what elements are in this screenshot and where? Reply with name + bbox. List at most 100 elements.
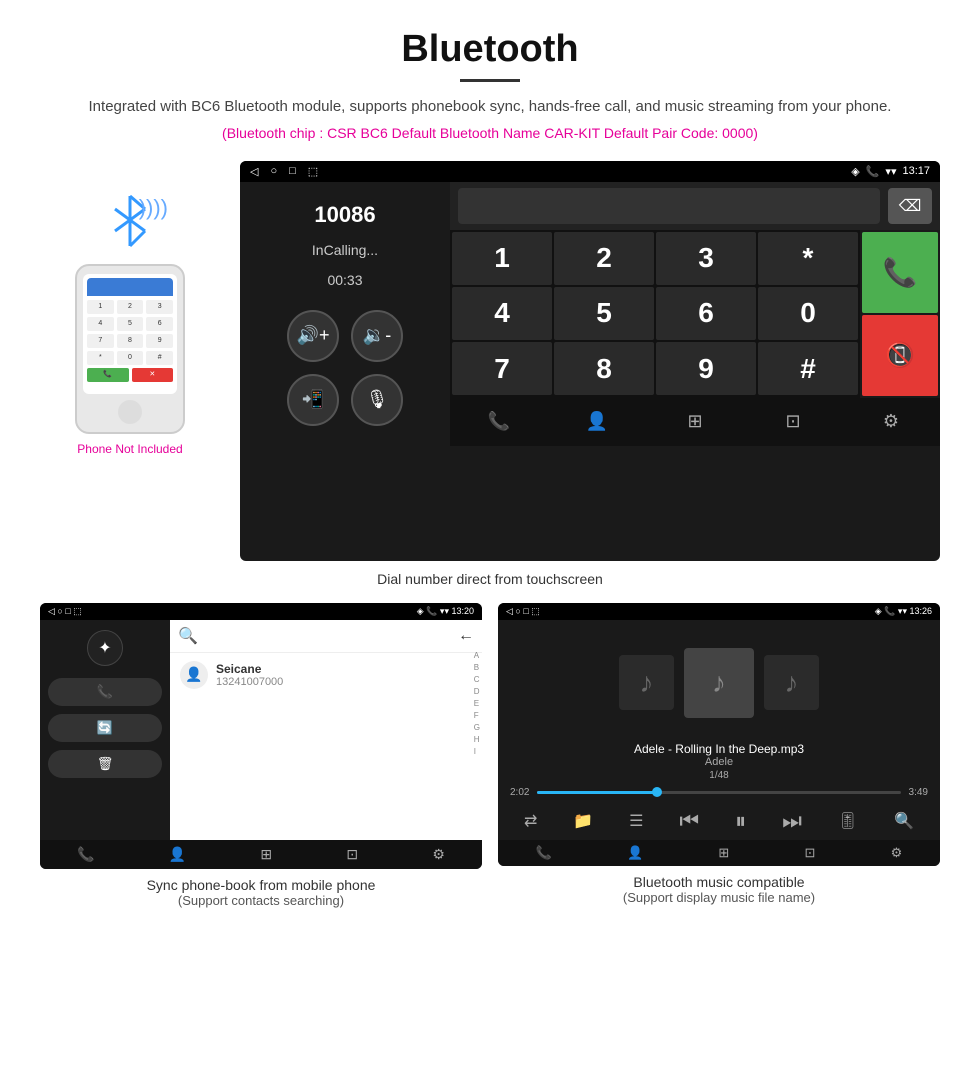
pb-delete-btn[interactable]: 🗑	[48, 750, 162, 778]
phone-screen-row-5: 📞 ✕	[87, 368, 173, 382]
pb-bottom-nav: 📞 👤 ⊞ ⊡ ⚙	[40, 840, 482, 869]
transfer-icon: 📲	[302, 389, 324, 410]
key-4[interactable]: 4	[452, 287, 552, 340]
key-7[interactable]: 7	[452, 342, 552, 395]
phone-end-button[interactable]: ✕	[132, 368, 174, 382]
nav-call-btn[interactable]: 📞	[479, 406, 519, 438]
pb-contact-row[interactable]: 👤 Seicane 13241007000	[170, 653, 482, 697]
phone-key-2: 2	[117, 300, 144, 314]
clock: 13:17	[902, 165, 930, 177]
music-nav-settings[interactable]: ⚙	[891, 845, 903, 861]
delete-button[interactable]: ⌫	[888, 188, 932, 224]
key-6[interactable]: 6	[656, 287, 756, 340]
phone-call-button[interactable]: 📞	[87, 368, 129, 382]
end-call-button[interactable]: 📵	[862, 315, 938, 396]
music-statusbar-right: ◈ 📞 ▾▾ 13:26	[875, 606, 932, 617]
pb-nav-contacts[interactable]: 👤	[169, 846, 186, 863]
pb-search-bar: 🔍 ←	[170, 620, 482, 653]
pb-left-sidebar: ✦ 📞 🔄 🗑	[40, 620, 170, 840]
dialer-right-panel: ⌫ 1 2 3 * 4 5 6 0 7 8 9 #	[450, 182, 940, 446]
key-2[interactable]: 2	[554, 232, 654, 285]
delete-icon: 🗑	[97, 756, 114, 772]
phone-key-7: 7	[87, 334, 114, 348]
equalizer-button[interactable]: 🎚	[838, 811, 858, 831]
pb-sync-btn[interactable]: 🔄	[48, 714, 162, 742]
list-button[interactable]: ☰	[629, 811, 643, 831]
music-card: ◁ ○ □ ⬚ ◈ 📞 ▾▾ 13:26 ♪ ♪ ♪ Adele - Rolli…	[498, 603, 940, 908]
music-progress-bar[interactable]	[537, 791, 900, 794]
key-0[interactable]: 0	[758, 287, 858, 340]
volume-up-button[interactable]: 🔊+	[287, 310, 339, 362]
answer-call-button[interactable]: 📞	[862, 232, 938, 313]
play-pause-button[interactable]: ⏸	[735, 808, 746, 834]
pb-statusbar-right: ◈ 📞 ▾▾ 13:20	[417, 606, 474, 617]
dialer-left-panel: 10086 InCalling... 00:33 🔊+ 🔉- 📲 🎙	[240, 182, 450, 446]
key-5[interactable]: 5	[554, 287, 654, 340]
music-progress-area: 2:02 3:49	[498, 783, 940, 802]
phone-screen: 1 2 3 4 5 6 7 8 9 * 0 #	[83, 274, 177, 394]
phone-body: 1 2 3 4 5 6 7 8 9 * 0 #	[75, 264, 185, 434]
mic-icon: 🎙	[366, 389, 389, 410]
volume-up-icon: 🔊+	[297, 325, 330, 346]
prev-button[interactable]: ⏮	[679, 808, 699, 834]
volume-down-icon: 🔉-	[363, 325, 391, 346]
music-controls: ⇄ 📁 ☰ ⏮ ⏸ ⏭ 🎚 🔍	[498, 802, 940, 840]
pb-body: ✦ 📞 🔄 🗑 🔍 ←	[40, 620, 482, 840]
phone-illustration: )))) 1 2 3 4 5 6	[40, 161, 220, 456]
pb-call-btn[interactable]: 📞	[48, 678, 162, 706]
music-nav-transfer[interactable]: ⊡	[805, 845, 816, 861]
key-hash[interactable]: #	[758, 342, 858, 395]
bottom-screenshots: ◁ ○ □ ⬚ ◈ 📞 ▾▾ 13:20 ✦ 📞 🔄 🗑	[0, 603, 980, 908]
wifi-icon: ▾▾	[885, 165, 896, 178]
key-star[interactable]: *	[758, 232, 858, 285]
pb-nav-transfer[interactable]: ⊡	[346, 846, 358, 863]
music-art-prev: ♪	[619, 655, 674, 710]
page-header: Bluetooth Integrated with BC6 Bluetooth …	[0, 0, 980, 161]
nav-contacts-btn[interactable]: 👤	[577, 406, 617, 438]
pb-nav-dialpad[interactable]: ⊞	[260, 846, 272, 863]
volume-down-button[interactable]: 🔉-	[351, 310, 403, 362]
nav-settings-btn[interactable]: ⚙	[871, 406, 911, 438]
display-input[interactable]	[458, 188, 880, 224]
transfer-button[interactable]: 📲	[287, 374, 339, 426]
music-nav-call[interactable]: 📞	[536, 845, 552, 861]
phone-home-button[interactable]	[118, 400, 142, 424]
nav-transfer-btn[interactable]: ⊡	[773, 406, 813, 438]
pb-right: 🔍 ← 👤 Seicane 13241007000 A B	[170, 620, 482, 840]
shuffle-button[interactable]: ⇄	[524, 811, 537, 831]
car-dialer-screen: ◁ ○ □ ⬚ ◈ 📞 ▾▾ 13:17 10086 InCalling... …	[240, 161, 940, 561]
title-underline	[460, 79, 520, 82]
key-1[interactable]: 1	[452, 232, 552, 285]
phone-screen-row-4: * 0 #	[87, 351, 173, 365]
music-nav-dialpad[interactable]: ⊞	[718, 845, 729, 861]
music-title: Adele - Rolling In the Deep.mp3	[508, 742, 930, 756]
answer-icon: 📞	[883, 256, 918, 289]
key-3[interactable]: 3	[656, 232, 756, 285]
bluetooth-specs: (Bluetooth chip : CSR BC6 Default Blueto…	[20, 125, 960, 141]
phonebook-caption-main: Sync phone-book from mobile phone	[147, 877, 376, 893]
phone-not-included-label: Phone Not Included	[40, 442, 220, 456]
call-status: InCalling...	[256, 242, 434, 258]
pb-nav-settings[interactable]: ⚙	[432, 846, 445, 863]
music-statusbar-left: ◁ ○ □ ⬚	[506, 606, 540, 617]
call-controls: 🔊+ 🔉- 📲 🎙	[256, 310, 434, 426]
search-music-button[interactable]: 🔍	[894, 811, 914, 831]
phone-key-9: 9	[146, 334, 173, 348]
call-buttons: 📞 📵	[860, 230, 940, 398]
back-arrow-icon: ←	[458, 627, 474, 645]
statusbar-left: ◁ ○ □ ⬚	[250, 165, 318, 178]
music-time-current: 2:02	[510, 787, 529, 798]
key-8[interactable]: 8	[554, 342, 654, 395]
music-artist: Adele	[508, 756, 930, 768]
nav-dialpad-btn[interactable]: ⊞	[675, 406, 715, 438]
folder-button[interactable]: 📁	[573, 811, 593, 831]
pb-nav-call[interactable]: 📞	[77, 846, 94, 863]
mic-button[interactable]: 🎙	[351, 374, 403, 426]
next-button[interactable]: ⏭	[782, 808, 802, 834]
phone-key-0: 0	[117, 351, 144, 365]
phone-screen-row: 1 2 3	[87, 300, 173, 314]
key-9[interactable]: 9	[656, 342, 756, 395]
music-progress-dot	[652, 787, 662, 797]
music-nav-contacts[interactable]: 👤	[627, 845, 643, 861]
phonebook-screen: ◁ ○ □ ⬚ ◈ 📞 ▾▾ 13:20 ✦ 📞 🔄 🗑	[40, 603, 482, 869]
